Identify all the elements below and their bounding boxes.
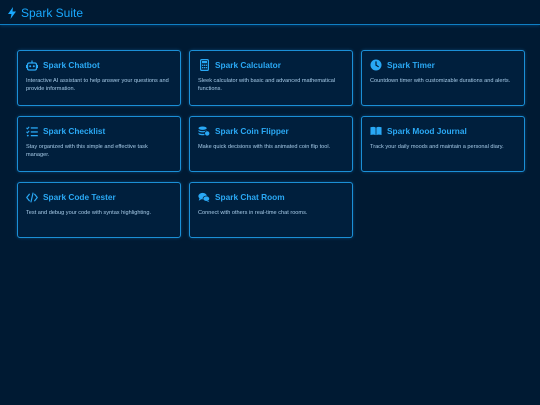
card-description: Track your daily moods and maintain a pe… (370, 144, 504, 150)
lightning-bolt-icon (7, 7, 17, 19)
card-spark-chat-room[interactable]: Spark Chat Room Connect with others in r… (189, 182, 353, 238)
card-title: Spark Coin Flipper (215, 126, 289, 136)
card-spark-calculator[interactable]: Spark Calculator Sleek calculator with b… (189, 50, 353, 106)
app-title: Spark Suite (21, 6, 84, 20)
card-header: Spark Code Tester (26, 191, 172, 203)
robot-icon (26, 59, 38, 71)
card-header: Spark Chat Room (198, 191, 344, 203)
card-spark-chatbot[interactable]: Spark Chatbot Interactive AI assistant t… (17, 50, 181, 106)
app-brand-link[interactable]: Spark Suite (7, 5, 83, 21)
card-header: Spark Coin Flipper (198, 125, 344, 137)
card-title: Spark Mood Journal (387, 126, 467, 136)
card-title: Spark Timer (387, 60, 435, 70)
app-card-grid: Spark Chatbot Interactive AI assistant t… (17, 50, 525, 238)
card-description: Sleek calculator with basic and advanced… (198, 78, 336, 92)
card-title: Spark Chat Room (215, 192, 285, 202)
card-header: Spark Calculator (198, 59, 344, 71)
card-title: Spark Chatbot (43, 60, 100, 70)
clock-icon (370, 59, 382, 71)
chat-bubbles-icon (198, 191, 210, 203)
card-spark-mood-journal[interactable]: Spark Mood Journal Track your daily mood… (361, 116, 525, 172)
card-description: Interactive AI assistant to help answer … (26, 78, 169, 92)
card-description: Stay organized with this simple and effe… (26, 144, 148, 158)
card-header: Spark Checklist (26, 125, 172, 137)
card-description: Connect with others in real-time chat ro… (198, 210, 308, 216)
calculator-icon (198, 59, 210, 71)
card-header: Spark Timer (370, 59, 516, 71)
card-spark-timer[interactable]: Spark Timer Countdown timer with customi… (361, 50, 525, 106)
top-bar: Spark Suite (0, 0, 540, 25)
card-title: Spark Checklist (43, 126, 106, 136)
card-title: Spark Calculator (215, 60, 281, 70)
card-spark-coin-flipper[interactable]: Spark Coin Flipper Make quick decisions … (189, 116, 353, 172)
card-description: Test and debug your code with syntax hig… (26, 210, 152, 216)
card-description: Countdown timer with customizable durati… (370, 78, 511, 84)
open-book-icon (370, 125, 382, 137)
coins-icon (198, 125, 210, 137)
card-spark-checklist[interactable]: Spark Checklist Stay organized with this… (17, 116, 181, 172)
code-icon (26, 191, 38, 203)
card-header: Spark Mood Journal (370, 125, 516, 137)
checklist-icon (26, 125, 38, 137)
card-spark-code-tester[interactable]: Spark Code Tester Test and debug your co… (17, 182, 181, 238)
card-description: Make quick decisions with this animated … (198, 144, 331, 150)
card-header: Spark Chatbot (26, 59, 172, 71)
card-title: Spark Code Tester (43, 192, 116, 202)
